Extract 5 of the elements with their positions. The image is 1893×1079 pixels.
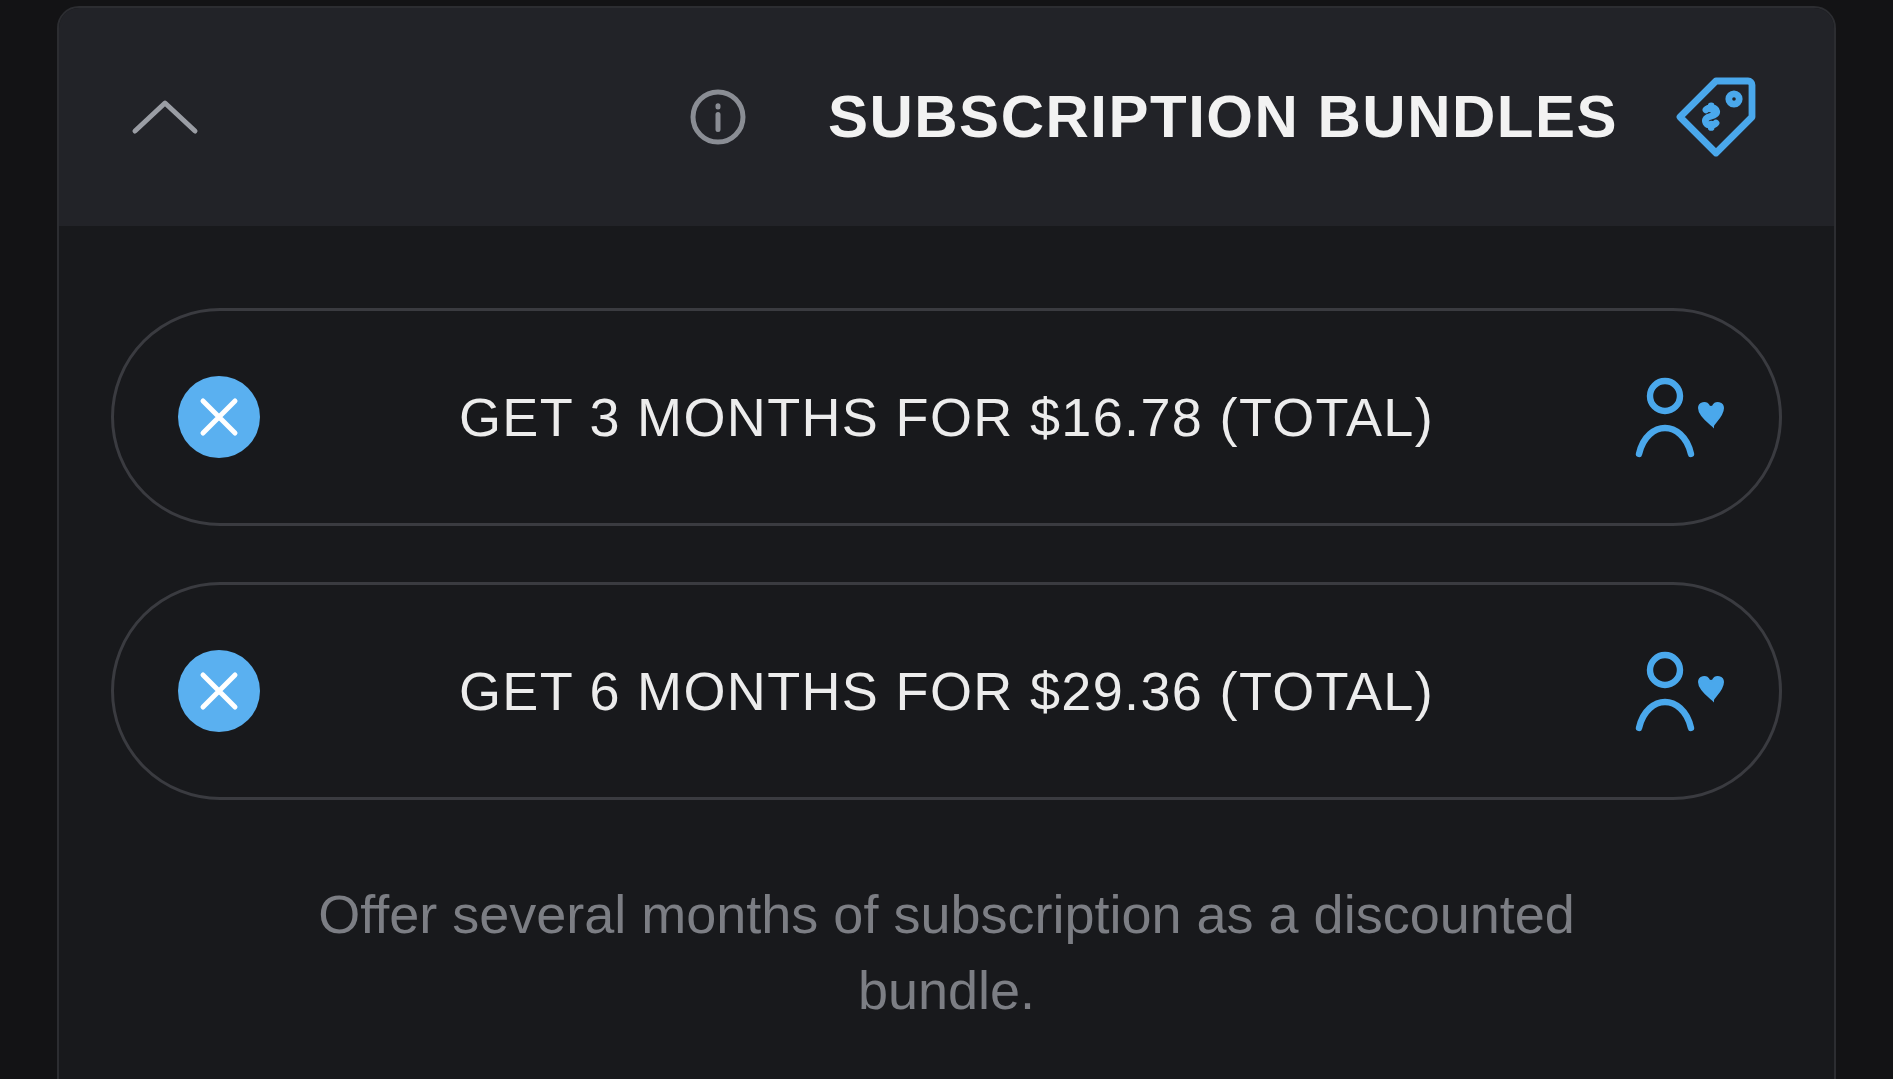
bundle-label: GET 3 MONTHS FOR $16.78 (TOTAL) <box>457 385 1436 449</box>
bundle-label: GET 6 MONTHS FOR $29.36 (TOTAL) <box>457 659 1436 723</box>
panel-header[interactable]: SUBSCRIPTION BUNDLES <box>59 8 1834 226</box>
panel-title: SUBSCRIPTION BUNDLES <box>827 82 1618 152</box>
description-text: Offer several months of subscription as a discounted bundle. <box>317 883 1576 1022</box>
